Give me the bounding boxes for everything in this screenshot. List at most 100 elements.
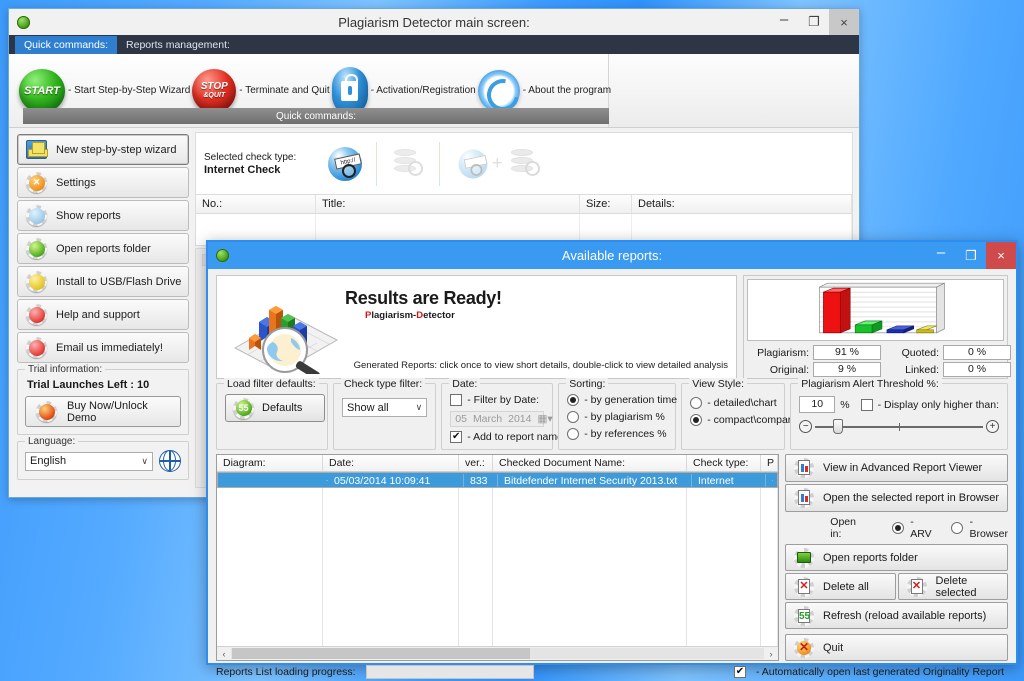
view-detailed-row[interactable]: - detailed\chart (690, 397, 776, 409)
column-ver[interactable]: ver.: (459, 455, 493, 471)
reports-list-hscrollbar[interactable]: ‹ › (217, 646, 778, 660)
column-document-name[interactable]: Checked Document Name: (493, 455, 687, 471)
column-check-type[interactable]: Check type: (687, 455, 761, 471)
internet-plus-database-icon[interactable]: + (440, 140, 560, 188)
language-select[interactable]: English ∨ (25, 452, 153, 471)
start-button-icon[interactable]: START (19, 69, 65, 113)
report-viewer-icon (794, 458, 814, 478)
tab-reports-management[interactable]: Reports management: (117, 36, 239, 54)
statistics-panel: Plagiarism: 91 % Quoted: 0 % Original: 9… (743, 275, 1008, 379)
view-in-advanced-report-viewer-button[interactable]: View in Advanced Report Viewer (785, 454, 1008, 482)
open-reports-folder-button[interactable]: Open reports folder (785, 544, 1008, 571)
column-no[interactable]: No.: (196, 195, 316, 213)
sort-by-plagiarism-row[interactable]: - by plagiarism % (567, 411, 667, 423)
stop-quit-button-icon[interactable]: STOP &QUIT (192, 69, 236, 113)
internet-check-icon[interactable]: http:// (314, 140, 376, 188)
quick-command-stop[interactable]: STOP &QUIT - Terminate and Quit (192, 69, 329, 113)
folder-gear-icon (26, 238, 47, 259)
column-details[interactable]: Details: (632, 195, 852, 213)
filter-by-date-row[interactable]: - Filter by Date: (450, 394, 544, 406)
open-in-browser-radio[interactable] (951, 522, 963, 534)
column-diagram[interactable]: Diagram: (217, 455, 323, 471)
sort-generation-radio[interactable] (567, 394, 579, 406)
table-row[interactable]: 05/03/2014 10:09:41 833 Bitdefender Inte… (217, 472, 778, 488)
delete-all-button[interactable]: ✕ Delete all (785, 573, 896, 600)
open-in-arv-radio[interactable] (892, 522, 904, 534)
quick-command-about[interactable]: - About the program (478, 70, 611, 112)
linked-label: Linked: (885, 364, 939, 376)
language-group: Language: English ∨ (17, 441, 189, 480)
date-picker[interactable]: 05 March 2014 ▦▾ (450, 411, 544, 427)
delete-selected-button[interactable]: ✕ Delete selected (898, 573, 1009, 600)
column-date[interactable]: Date: (323, 455, 459, 471)
auto-open-checkbox[interactable]: ✔ (734, 666, 746, 678)
reports-maximize-button[interactable]: ❐ (956, 242, 986, 269)
close-button[interactable]: × (829, 9, 859, 35)
minimize-button[interactable]: – (769, 9, 799, 35)
add-to-report-name-row[interactable]: ✔ - Add to report name (450, 431, 544, 443)
sort-by-references-row[interactable]: - by references % (567, 428, 667, 440)
buy-now-label: Buy Now/Unlock Demo (67, 400, 180, 424)
sort-by-generation-time-row[interactable]: - by generation time (567, 394, 667, 406)
loading-progress-bar (366, 665, 534, 679)
column-size[interactable]: Size: (580, 195, 632, 213)
threshold-slider[interactable]: − + (799, 420, 999, 434)
threshold-slider-thumb[interactable] (833, 419, 843, 434)
maximize-button[interactable]: ❐ (799, 9, 829, 35)
scroll-left-arrow[interactable]: ‹ (217, 649, 231, 659)
check-type-filter-group: Check type filter: Show all ∨ (333, 383, 436, 450)
sidebar-item-email[interactable]: Email us immediately! (17, 332, 189, 363)
sort-plagiarism-label: - by plagiarism % (584, 411, 665, 423)
reports-minimize-button[interactable]: – (926, 242, 956, 269)
calendar-icon[interactable]: ▦▾ (537, 413, 552, 425)
database-check-icon[interactable] (377, 140, 439, 188)
sidebar-item-new-wizard[interactable]: New step-by-step wizard (17, 134, 189, 165)
row-ver: 833 (464, 474, 498, 487)
reports-close-button[interactable]: × (986, 242, 1016, 269)
refresh-label: Refresh (reload available reports) (823, 610, 986, 622)
scroll-right-arrow[interactable]: › (764, 649, 778, 659)
plagiarism-bar-chart (747, 279, 1004, 341)
filter-by-date-checkbox[interactable] (450, 394, 462, 406)
add-to-report-name-checkbox[interactable]: ✔ (450, 431, 462, 443)
sidebar-item-show-reports[interactable]: Show reports (17, 200, 189, 231)
threshold-increase-button[interactable]: + (986, 420, 999, 433)
sort-plagiarism-radio[interactable] (567, 411, 579, 423)
view-compact-row[interactable]: - compact\compare (690, 414, 776, 426)
row-document: Bitdefender Internet Security 2013.txt (498, 474, 692, 487)
results-banner: Results are Ready! Plagiarism-Detector G… (216, 275, 737, 379)
open-in-arv-label: - ARV (910, 516, 933, 540)
reports-list-body[interactable]: 05/03/2014 10:09:41 833 Bitdefender Inte… (217, 472, 778, 646)
threshold-input[interactable]: 10 (799, 396, 835, 413)
scroll-thumb[interactable] (232, 648, 530, 659)
quit-button[interactable]: ✕ Quit (785, 634, 1008, 661)
globe-icon[interactable] (159, 450, 181, 472)
quick-command-start[interactable]: START - Start Step-by-Step Wizard (19, 69, 190, 113)
defaults-button[interactable]: 55 Defaults (225, 394, 325, 422)
about-circle-icon[interactable] (478, 70, 520, 112)
view-detailed-radio[interactable] (690, 397, 702, 409)
tab-quick-commands[interactable]: Quick commands: (15, 36, 117, 54)
refresh-button[interactable]: 55 Refresh (reload available reports) (785, 602, 1008, 629)
buy-now-button[interactable]: Buy Now/Unlock Demo (25, 396, 181, 427)
sidebar-item-help[interactable]: Help and support (17, 299, 189, 330)
main-tabstrip: Quick commands: Reports management: (9, 35, 859, 54)
original-label: Original: (747, 364, 809, 376)
usb-gear-icon (26, 271, 47, 292)
quoted-label: Quoted: (885, 347, 939, 359)
sidebar-item-open-reports-folder[interactable]: Open reports folder (17, 233, 189, 264)
add-to-report-name-label: - Add to report name (467, 431, 563, 443)
display-only-higher-checkbox[interactable] (861, 399, 873, 411)
sidebar-label-install-usb: Install to USB/Flash Drive (56, 276, 181, 288)
about-label: - About the program (523, 85, 611, 96)
open-in-browser-button[interactable]: Open the selected report in Browser (785, 484, 1008, 512)
view-compact-radio[interactable] (690, 414, 702, 426)
sort-references-radio[interactable] (567, 428, 579, 440)
sidebar-item-install-usb[interactable]: Install to USB/Flash Drive (17, 266, 189, 297)
sidebar-item-settings[interactable]: ✕ Settings (17, 167, 189, 198)
check-type-filter-select[interactable]: Show all ∨ (342, 398, 427, 417)
column-extra[interactable]: P (761, 455, 778, 471)
column-title[interactable]: Title: (316, 195, 580, 213)
scroll-track[interactable] (231, 648, 764, 659)
threshold-decrease-button[interactable]: − (799, 420, 812, 433)
